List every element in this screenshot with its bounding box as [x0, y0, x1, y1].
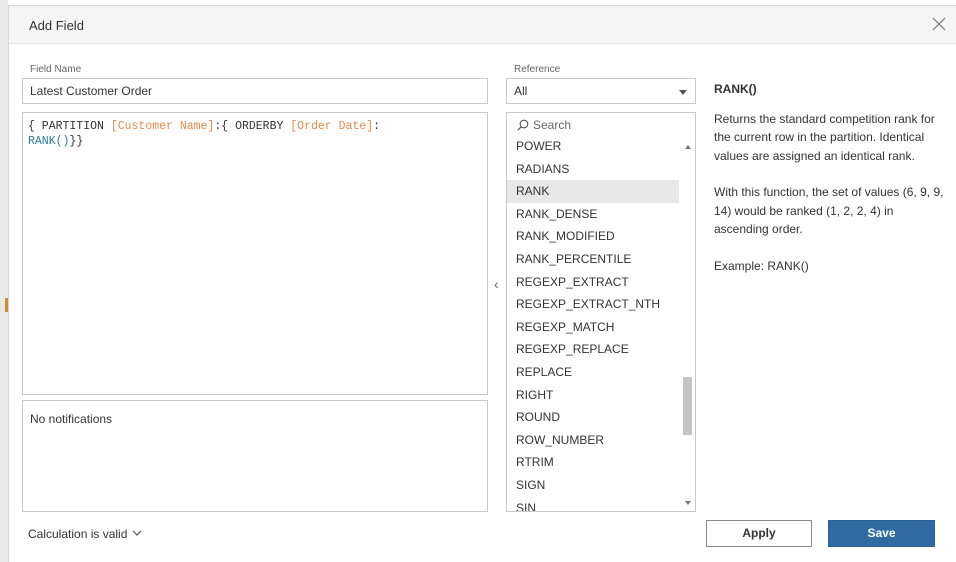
field-name-label: Field Name	[30, 64, 82, 75]
function-list-scrollbar[interactable]	[682, 141, 693, 509]
function-help-panel: RANK() Returns the standard competition …	[714, 78, 946, 293]
formula-token: :{ ORDERBY	[214, 120, 291, 133]
calculation-status-text: Calculation is valid	[28, 527, 128, 541]
function-list[interactable]: Search POWER RADIANS RANK RANK_DENSE RANK_MO…	[506, 112, 696, 512]
function-help-description: Returns the standard competition rank fo…	[714, 111, 935, 163]
dialog-title: Add Field	[29, 18, 84, 33]
function-list-item[interactable]: RANK_PERCENTILE	[507, 248, 679, 271]
formula-function: RANK()	[28, 135, 70, 148]
scrollbar-thumb[interactable]	[683, 377, 692, 435]
notifications-text: No notifications	[30, 412, 113, 426]
scroll-up-icon[interactable]	[685, 145, 691, 149]
collapse-panel-icon[interactable]: ‹	[494, 276, 499, 292]
search-placeholder: Search	[533, 118, 572, 132]
function-list-item[interactable]: ROW_NUMBER	[507, 429, 679, 452]
formula-editor[interactable]: { PARTITION [Customer Name]:{ ORDERBY [O…	[22, 112, 488, 395]
function-list-item[interactable]: SIN	[507, 497, 679, 512]
formula-field-reference: [Order Date]	[290, 120, 374, 133]
function-list-item[interactable]: REGEXP_MATCH	[507, 316, 679, 339]
reference-category-select[interactable]: All	[506, 78, 696, 104]
save-button[interactable]: Save	[828, 520, 935, 547]
function-list-item[interactable]: RIGHT	[507, 384, 679, 407]
notifications-panel: No notifications	[22, 400, 488, 512]
function-list-item[interactable]: REGEXP_EXTRACT_NTH	[507, 293, 679, 316]
function-list-item[interactable]: REGEXP_REPLACE	[507, 338, 679, 361]
function-list-item[interactable]: RANK_DENSE	[507, 203, 679, 226]
function-list-item[interactable]: RADIANS	[507, 158, 679, 181]
formula-token: { PARTITION	[28, 120, 111, 133]
dialog-titlebar: Add Field	[9, 6, 956, 44]
formula-token: :	[373, 120, 381, 133]
function-list-item[interactable]: RANK_MODIFIED	[507, 225, 679, 248]
function-list-item[interactable]: REPLACE	[507, 361, 679, 384]
calculation-status[interactable]: Calculation is valid	[28, 526, 142, 541]
scroll-down-icon[interactable]	[685, 501, 691, 505]
close-icon[interactable]	[930, 15, 948, 33]
field-name-input[interactable]: Latest Customer Order	[22, 78, 488, 104]
formula-token: }}	[69, 135, 84, 148]
function-help-detail: With this function, the set of values (6…	[714, 185, 944, 236]
function-list-item[interactable]: POWER	[507, 135, 679, 158]
dropdown-caret-icon	[679, 90, 687, 95]
reference-label: Reference	[514, 64, 561, 75]
formula-field-reference: [Customer Name]	[110, 120, 215, 133]
function-list-item[interactable]: RTRIM	[507, 451, 679, 474]
reference-selected-value: All	[514, 84, 528, 98]
function-search-input[interactable]: Search	[507, 113, 695, 137]
function-help-title: RANK()	[714, 82, 757, 96]
background-window-edge	[0, 0, 8, 562]
function-list-item[interactable]: SIGN	[507, 474, 679, 497]
function-list-item[interactable]: REGEXP_EXTRACT	[507, 271, 679, 294]
chevron-down-icon	[132, 526, 142, 540]
function-items: POWER RADIANS RANK RANK_DENSE RANK_MODIFIED R…	[507, 135, 679, 512]
apply-button[interactable]: Apply	[706, 520, 812, 547]
function-list-item[interactable]: ROUND	[507, 406, 679, 429]
function-help-example: Example: RANK()	[714, 258, 809, 273]
function-list-item[interactable]: RANK	[507, 180, 679, 203]
search-icon	[517, 119, 529, 131]
